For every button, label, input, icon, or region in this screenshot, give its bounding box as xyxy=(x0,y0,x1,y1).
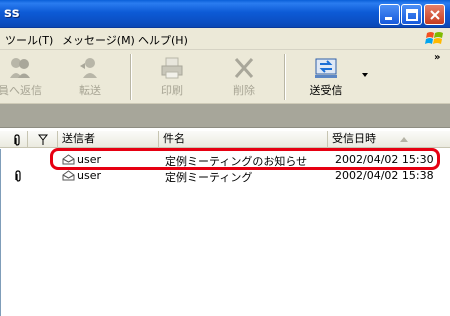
send-receive-icon xyxy=(315,58,337,78)
title-bar: ss xyxy=(0,0,450,28)
send-receive-label: 送受信 xyxy=(309,84,343,97)
maximize-button[interactable] xyxy=(401,4,422,25)
column-flag[interactable] xyxy=(28,131,58,148)
folder-bar xyxy=(0,104,450,128)
column-date[interactable]: 受信日時 xyxy=(328,131,450,148)
message-list: user 定例ミーティングのお知らせ 2002/04/02 15:30 user… xyxy=(0,149,450,316)
minimize-icon xyxy=(385,17,392,20)
column-attachment[interactable] xyxy=(0,131,28,148)
maximize-icon xyxy=(406,9,418,21)
column-subject[interactable]: 件名 xyxy=(159,131,328,148)
reply-all-button[interactable]: 員へ返信 xyxy=(0,50,46,104)
flag-icon xyxy=(38,134,48,145)
windows-logo-icon xyxy=(425,32,443,44)
message-row[interactable]: user 定例ミーティング 2002/04/02 15:38 xyxy=(1,168,450,184)
message-sender: user xyxy=(77,169,101,182)
close-icon xyxy=(430,10,440,20)
delete-icon xyxy=(234,58,254,78)
dropdown-arrow-icon[interactable] xyxy=(362,71,370,81)
column-header: 送信者 件名 受信日時 xyxy=(0,131,450,148)
message-date: 2002/04/02 15:38 xyxy=(335,169,434,182)
print-label: 印刷 xyxy=(161,84,183,97)
paperclip-icon xyxy=(15,170,21,182)
menu-message[interactable]: メッセージ(M) xyxy=(62,32,135,48)
envelope-open-icon xyxy=(62,170,75,181)
menu-tools[interactable]: ツール(T) xyxy=(5,32,53,48)
minimize-button[interactable] xyxy=(379,4,400,25)
close-button[interactable] xyxy=(424,4,445,25)
printer-icon xyxy=(161,57,183,79)
highlight-annotation xyxy=(50,148,440,170)
forward-label: 転送 xyxy=(79,84,101,97)
sort-ascending-icon xyxy=(400,137,408,142)
paperclip-icon xyxy=(14,134,20,146)
delete-button[interactable]: 削除 xyxy=(218,50,270,104)
forward-button[interactable]: 転送 xyxy=(64,50,116,104)
reply-all-icon xyxy=(10,58,30,78)
toolbar: 員へ返信 転送 印刷 削除 送受信 » xyxy=(0,50,450,104)
menu-bar: ツール(T) メッセージ(M) ヘルプ(H) xyxy=(0,28,450,50)
toolbar-overflow-chevron[interactable]: » xyxy=(434,52,440,63)
forward-icon xyxy=(80,58,97,78)
delete-label: 削除 xyxy=(233,84,255,97)
reply-all-label: 員へ返信 xyxy=(0,84,42,97)
toolbar-separator xyxy=(130,54,132,100)
message-subject: 定例ミーティング xyxy=(165,171,253,184)
toolbar-separator xyxy=(284,54,286,100)
window-title: ss xyxy=(4,6,20,21)
menu-help[interactable]: ヘルプ(H) xyxy=(138,32,188,48)
print-button[interactable]: 印刷 xyxy=(146,50,198,104)
column-sender[interactable]: 送信者 xyxy=(58,131,159,148)
send-receive-button[interactable]: 送受信 xyxy=(300,50,352,104)
